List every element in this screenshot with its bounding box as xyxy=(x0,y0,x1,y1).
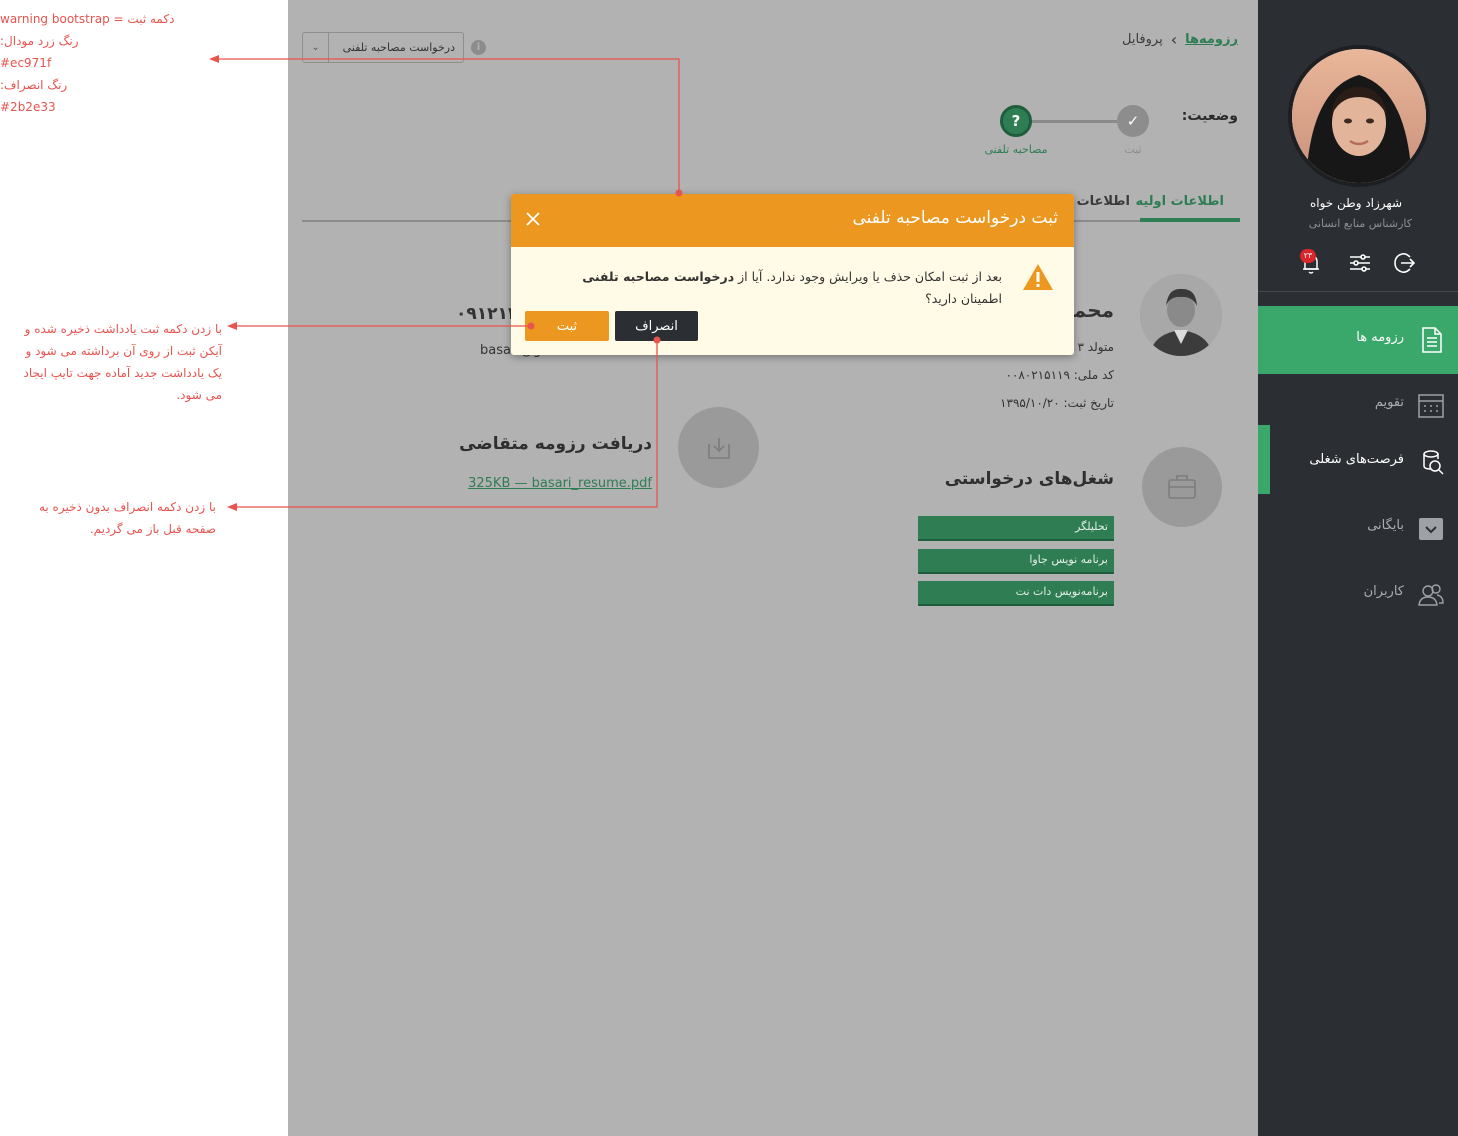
job-tag: تحلیلگر xyxy=(918,516,1114,541)
resume-download-title: دریافت رزومه متقاضی xyxy=(459,434,652,454)
job-tag: برنامه نویس جاوا xyxy=(918,549,1114,574)
info-icon[interactable]: i xyxy=(471,40,486,55)
applicant-avatar xyxy=(1140,274,1222,356)
status-step-label: مصاحبه تلفنی xyxy=(984,143,1048,156)
calendar-icon xyxy=(1418,394,1444,418)
request-type-value: درخواست مصاحبه تلفنی xyxy=(342,41,455,54)
sidebar-divider xyxy=(1258,291,1458,292)
close-icon[interactable] xyxy=(525,211,541,227)
main-content: رزومه‌ها › پروفایل درخواست مصاحبه تلفنی … xyxy=(288,0,1258,1136)
applicant-national-id: کد ملی: ۰۰۸۰۲۱۵۱۱۹ xyxy=(1005,368,1114,382)
request-type-select[interactable]: درخواست مصاحبه تلفنی ⌄ xyxy=(302,32,464,63)
applicant-birth: متولد ۳ xyxy=(1077,340,1114,354)
sidebar-item-label: کاربران xyxy=(1363,584,1404,599)
tab-basic-info[interactable]: اطلاعات اولیه xyxy=(1135,194,1224,209)
users-icon xyxy=(1418,584,1444,606)
breadcrumb-current: پروفایل xyxy=(1121,32,1163,47)
confirm-modal: ثبت درخواست مصاحبه تلفنی بعد از ثبت امکا… xyxy=(511,194,1074,355)
modal-message-part: اطمینان دارید؟ xyxy=(925,291,1002,306)
annotation-cancel-note: با زدن دکمه انصراف بدون ذخیره به صفحه قب… xyxy=(38,500,216,536)
archive-icon xyxy=(1419,518,1443,540)
sidebar-item-label: فرصت‌های شغلی xyxy=(1309,452,1404,467)
logout-icon[interactable] xyxy=(1391,250,1417,276)
modal-message-bold: درخواست مصاحبه تلفنی xyxy=(582,269,735,284)
download-icon[interactable] xyxy=(678,407,759,488)
user-role: کارشناس منابع انسانی xyxy=(1308,217,1412,230)
annotation-line: #ec971f xyxy=(0,56,52,70)
cancel-button[interactable]: انصراف xyxy=(615,311,698,341)
modal-message: بعد از ثبت امکان حذف یا ویرایش وجود ندار… xyxy=(582,266,1002,310)
sidebar-item-resumes[interactable]: رزومه ها xyxy=(1258,306,1458,374)
modal-header: ثبت درخواست مصاحبه تلفنی xyxy=(511,194,1074,247)
annotation-line: #2b2e33 xyxy=(0,100,56,114)
modal-title: ثبت درخواست مصاحبه تلفنی xyxy=(852,208,1058,228)
status-label: وضعیت: xyxy=(1181,108,1238,124)
briefcase-icon xyxy=(1142,447,1222,527)
annotation-colors: warning bootstrap = دکمه ثبت رنگ زرد مود… xyxy=(0,8,210,118)
question-icon: ? xyxy=(1000,105,1032,137)
sidebar-item-label: رزومه ها xyxy=(1356,330,1404,345)
check-icon: ✓ xyxy=(1117,105,1149,137)
sidebar-item-archive[interactable]: بایگانی xyxy=(1258,494,1458,562)
applicant-registration-date: تاریخ ثبت: ۱۳۹۵/۱۰/۲۰ xyxy=(1000,396,1114,410)
requested-jobs-title: شغل‌های درخواستی xyxy=(944,469,1114,489)
breadcrumb-resumes-link[interactable]: رزومه‌ها xyxy=(1185,32,1238,47)
chevron-left-icon: › xyxy=(1170,30,1178,49)
modal-message-part: بعد از ثبت امکان حذف یا ویرایش وجود ندار… xyxy=(734,269,1002,284)
sidebar-item-users[interactable]: کاربران xyxy=(1258,560,1458,628)
status-step-label: ثبت xyxy=(1124,143,1142,156)
breadcrumb: رزومه‌ها › پروفایل xyxy=(1122,30,1238,49)
user-avatar xyxy=(1288,45,1430,187)
document-icon xyxy=(1422,327,1442,353)
resume-file-link[interactable]: 325KB — basari_resume.pdf xyxy=(468,476,652,491)
annotation-confirm-note: با زدن دکمه ثبت یادداشت ذخیره شده و آیکن… xyxy=(23,322,223,402)
annotation-line: رنگ زرد مودال: xyxy=(0,34,79,48)
sidebar-item-label: بایگانی xyxy=(1367,518,1404,533)
settings-sliders-icon[interactable] xyxy=(1347,250,1373,276)
sidebar-item-label: تقویم xyxy=(1374,395,1404,410)
active-tab-indicator xyxy=(1140,218,1240,222)
job-search-icon xyxy=(1423,450,1444,475)
notification-badge: ۲۳ xyxy=(1300,249,1316,263)
sidebar-active-marker xyxy=(1258,425,1270,494)
warning-icon xyxy=(1023,264,1053,290)
job-tag: برنامه‌نویس دات نت xyxy=(918,581,1114,606)
annotation-line: warning bootstrap = دکمه ثبت xyxy=(0,12,175,26)
user-name: شهرزاد وطن خواه xyxy=(1309,196,1402,210)
chevron-down-icon: ⌄ xyxy=(303,33,329,62)
confirm-button[interactable]: ثبت xyxy=(525,311,609,341)
sidebar: شهرزاد وطن خواه کارشناس منابع انسانی ۲۳ … xyxy=(1258,0,1458,1136)
status-progress-line xyxy=(1030,120,1126,123)
annotation-line: رنگ انصراف: xyxy=(0,78,68,92)
sidebar-item-job-opportunities[interactable]: فرصت‌های شغلی xyxy=(1258,428,1458,496)
